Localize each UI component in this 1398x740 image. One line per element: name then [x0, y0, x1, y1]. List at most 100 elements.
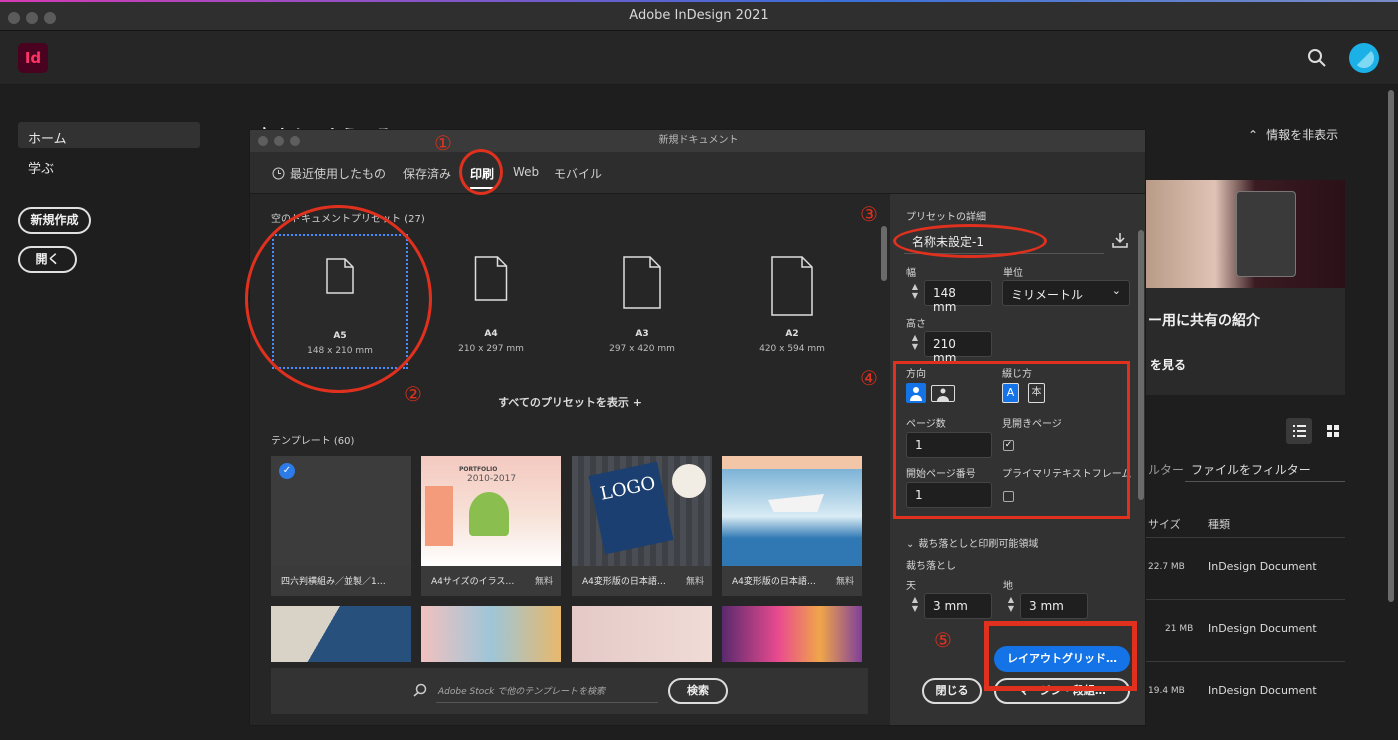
- file-type: InDesign Document: [1208, 560, 1317, 573]
- new-document-button[interactable]: 新規作成: [18, 207, 91, 234]
- filter-label: ルター: [1148, 463, 1185, 477]
- preset-details-header: プリセットの詳細: [906, 212, 986, 223]
- template-thumb-text: PORTFOLIO: [459, 466, 498, 473]
- preset-a3[interactable]: A3 297 x 420 mm: [574, 234, 710, 369]
- save-preset-icon[interactable]: [1111, 231, 1129, 249]
- clock-icon: [272, 167, 285, 180]
- template-caption: 四六判横組み／並製／1…: [281, 577, 386, 587]
- preset-name: A2: [785, 329, 799, 339]
- unit-value: ミリメートル: [1011, 288, 1084, 302]
- stock-search-input[interactable]: Adobe Stock で他のテンプレートを検索: [438, 684, 605, 697]
- template-book: LOGO: [588, 461, 674, 555]
- search-icon: [413, 683, 427, 697]
- width-stepper[interactable]: ▲ ▼: [908, 282, 922, 302]
- avatar[interactable]: [1349, 43, 1379, 73]
- template-card[interactable]: [572, 606, 712, 662]
- annotation-circle-a5: [245, 205, 432, 393]
- list-view-button[interactable]: [1286, 418, 1312, 444]
- tab-web[interactable]: Web: [513, 165, 539, 179]
- search-icon[interactable]: [1307, 48, 1327, 68]
- template-caption: A4サイズのイラス…: [431, 577, 515, 587]
- templates-header: テンプレート (60): [271, 432, 354, 447]
- dialog-close-dot[interactable]: [258, 136, 268, 146]
- bleed-bottom-label: 地: [1003, 581, 1013, 592]
- nav-home[interactable]: ホーム: [18, 122, 200, 148]
- annotation-box-layout-grid: [984, 621, 1137, 691]
- top-accent-strip: [0, 0, 1398, 2]
- free-badge: 無料: [685, 577, 704, 587]
- width-label: 幅: [906, 268, 916, 279]
- nav-learn[interactable]: 学ぶ: [18, 152, 200, 178]
- bleed-section-toggle[interactable]: ⌄ 裁ち落としと印刷可能領域: [906, 535, 1038, 550]
- open-button[interactable]: 開く: [18, 246, 77, 273]
- template-thumbnail: PORTFOLIO 2010-2017: [421, 456, 561, 566]
- close-button[interactable]: 閉じる: [922, 678, 982, 704]
- tab-recent[interactable]: 最近使用したもの: [272, 165, 386, 182]
- illustration-block: [425, 486, 453, 546]
- chevron-up-icon: ⌃: [1248, 128, 1259, 142]
- preset-dims: 420 x 594 mm: [759, 344, 825, 354]
- hide-info-toggle[interactable]: ⌃ 情報を非表示: [1248, 126, 1338, 143]
- show-all-presets-link[interactable]: すべてのプリセットを表示 +: [250, 394, 890, 410]
- template-card[interactable]: [421, 606, 561, 662]
- hide-info-label: 情報を非表示: [1266, 128, 1339, 142]
- preset-a4[interactable]: A4 210 x 297 mm: [423, 234, 559, 369]
- height-stepper[interactable]: ▲ ▼: [908, 333, 922, 353]
- file-type: InDesign Document: [1208, 622, 1317, 635]
- tab-mobile[interactable]: モバイル: [554, 165, 602, 182]
- details-scrollbar[interactable]: [1138, 230, 1144, 500]
- column-header-size[interactable]: サイズ: [1148, 516, 1181, 532]
- file-row[interactable]: 22.7 MB InDesign Document: [1145, 537, 1345, 599]
- preset-name: A4: [484, 329, 498, 339]
- unit-select[interactable]: ミリメートル ⌄: [1002, 280, 1130, 306]
- ship-illustration: [768, 494, 824, 512]
- presets-count: (27): [404, 214, 425, 225]
- document-icon: [474, 256, 508, 301]
- app-header: [0, 31, 1398, 85]
- tab-recent-label: 最近使用したもの: [290, 167, 387, 181]
- bleed-bottom-field[interactable]: 3 mm: [1020, 593, 1088, 619]
- bleed-label: 裁ち落とし: [906, 561, 956, 572]
- bleed-top-stepper[interactable]: ▲ ▼: [908, 595, 922, 615]
- bleed-bottom-stepper[interactable]: ▲ ▼: [1004, 595, 1018, 615]
- preset-pane-scrollbar[interactable]: [881, 226, 887, 281]
- template-card[interactable]: PORTFOLIO 2010-2017 A4サイズのイラス… 無料: [421, 456, 561, 596]
- preset-name: A3: [635, 329, 649, 339]
- search-button[interactable]: 検索: [668, 678, 728, 704]
- template-caption: A4変形版の日本語…: [582, 577, 666, 587]
- chevron-down-icon: ⌄: [906, 539, 915, 550]
- annotation-number-5: ⑤: [934, 628, 952, 652]
- file-row[interactable]: 19.4 MB InDesign Document: [1145, 661, 1345, 723]
- template-card[interactable]: ✓ 四六判横組み／並製／1…: [271, 456, 411, 596]
- template-card[interactable]: LOGO A4変形版の日本語… 無料: [572, 456, 712, 596]
- filter-input[interactable]: ファイルをフィルター: [1185, 456, 1345, 482]
- tree-illustration: [469, 492, 509, 536]
- column-header-type[interactable]: 種類: [1208, 516, 1230, 532]
- dialog-title: 新規ドキュメント: [658, 135, 739, 146]
- dialog-minimize-dot[interactable]: [274, 136, 284, 146]
- template-caption: A4変形版の日本語…: [732, 577, 816, 587]
- height-label: 高さ: [906, 319, 926, 330]
- stock-search-bar: Adobe Stock で他のテンプレートを検索 検索: [271, 668, 868, 714]
- template-card[interactable]: [271, 606, 411, 662]
- unit-label: 単位: [1003, 268, 1023, 279]
- chevron-down-icon: ⌄: [1111, 284, 1121, 297]
- home-scrollbar[interactable]: [1388, 90, 1394, 602]
- bleed-top-field[interactable]: 3 mm: [924, 593, 992, 619]
- list-view-icon: [1293, 425, 1306, 437]
- templates-header-label: テンプレート: [271, 436, 331, 447]
- preset-a2[interactable]: A2 420 x 594 mm: [724, 234, 860, 369]
- template-card[interactable]: A4変形版の日本語… 無料: [722, 456, 862, 596]
- width-field[interactable]: 148 mm: [924, 280, 992, 314]
- promo-link[interactable]: を見る: [1150, 356, 1186, 373]
- file-row[interactable]: 21 MB InDesign Document: [1145, 599, 1345, 661]
- annotation-number-3: ③: [860, 202, 878, 226]
- search-underline: [436, 702, 658, 703]
- height-field[interactable]: 210 mm: [924, 331, 992, 365]
- template-thumbnail: LOGO: [572, 456, 712, 566]
- promo-comment-illustration: [1236, 191, 1296, 277]
- template-card[interactable]: [722, 606, 862, 662]
- dialog-zoom-dot[interactable]: [290, 136, 300, 146]
- grid-view-button[interactable]: [1320, 418, 1346, 444]
- tab-saved[interactable]: 保存済み: [403, 165, 451, 182]
